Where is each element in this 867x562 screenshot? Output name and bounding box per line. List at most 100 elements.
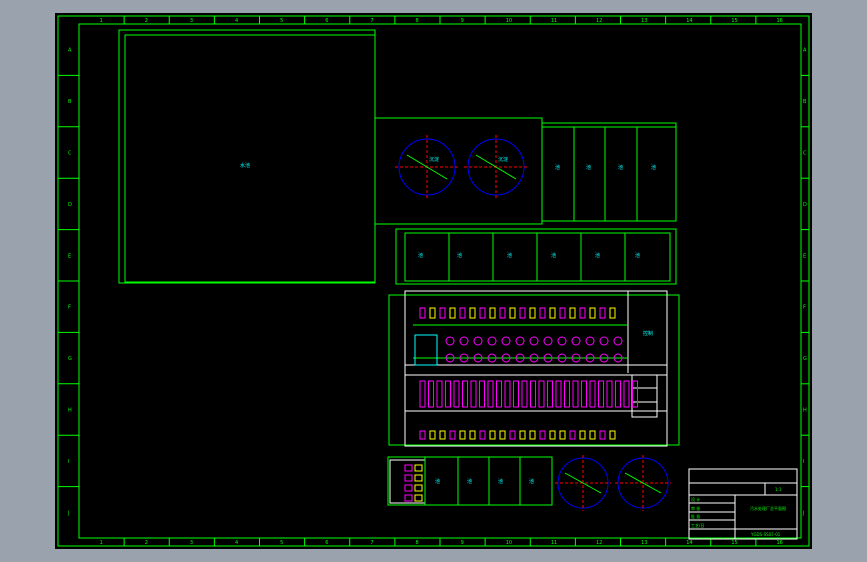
- column-label: 13: [641, 18, 647, 24]
- column-label: 2: [145, 18, 148, 24]
- pump-unit: [609, 307, 616, 319]
- pump-unit: [459, 307, 466, 319]
- control-room-label: 控制: [643, 330, 653, 337]
- clarifier-a-label: 沉淀: [429, 156, 439, 163]
- table-mark-4: 工艺/日: [691, 523, 704, 528]
- filter-unit: [487, 336, 497, 346]
- blower-unit: [479, 430, 486, 440]
- bottom-tank-4-label: 池: [529, 478, 534, 485]
- column-label: 15: [731, 18, 737, 24]
- filter-unit: [459, 336, 469, 346]
- blower-unit: [549, 430, 556, 440]
- row-label: H: [803, 408, 807, 414]
- column-label: 16: [776, 18, 782, 24]
- column-label: 12: [596, 18, 602, 24]
- filter-unit: [445, 336, 455, 346]
- membrane-unit: [547, 380, 553, 408]
- row-label: C: [803, 151, 807, 157]
- blower-unit: [579, 430, 586, 440]
- aux-unit: [404, 474, 413, 482]
- blower-unit: [419, 430, 426, 440]
- membrane-unit: [513, 380, 519, 408]
- filter-unit: [515, 336, 525, 346]
- column-label: 11: [551, 540, 557, 546]
- title-block: 1:1 污水处理厂总平面图 设 计 审 核 批 准 工艺/日 YGDS-SS07…: [688, 468, 798, 540]
- filter-unit: [529, 336, 539, 346]
- pump-unit: [589, 307, 596, 319]
- pump-unit: [579, 307, 586, 319]
- membrane-unit: [632, 380, 638, 408]
- row-tank-6-label: 池: [635, 252, 640, 259]
- column-label: 15: [731, 540, 737, 546]
- filter-unit: [613, 336, 623, 346]
- drawing-title: 污水处理厂总平面图: [750, 505, 786, 511]
- blower-unit: [559, 430, 566, 440]
- membrane-unit: [572, 380, 579, 408]
- pump-unit: [559, 307, 566, 319]
- pump-unit: [599, 307, 606, 319]
- column-label: 7: [370, 540, 373, 546]
- table-mark-3: 批 准: [691, 513, 700, 519]
- scale-mark: 1:1: [775, 487, 782, 492]
- aux-unit: [404, 494, 413, 502]
- column-label: 10: [506, 18, 512, 24]
- filter-unit: [543, 336, 553, 346]
- table-mark-2: 审 核: [691, 505, 700, 511]
- bottom-clarifier-b: [615, 455, 671, 511]
- row-label: A: [803, 48, 807, 54]
- clarifier-zone: [374, 117, 543, 225]
- blower-unit: [459, 430, 466, 440]
- row-label: B: [803, 99, 807, 105]
- bottom-tank-2-label: 池: [467, 478, 472, 485]
- aux-unit: [404, 484, 413, 492]
- drawing-number: YGDS-SS07-01: [750, 532, 781, 537]
- column-label: 9: [461, 18, 464, 24]
- row-label: D: [68, 202, 72, 208]
- column-label: 7: [370, 18, 373, 24]
- pump-unit: [539, 307, 546, 319]
- membrane-unit: [521, 380, 528, 408]
- blower-unit: [499, 430, 506, 440]
- membrane-unit: [428, 380, 434, 408]
- big-pond-inner: [124, 34, 376, 283]
- membrane-unit: [530, 380, 536, 408]
- aux-unit: [414, 474, 423, 482]
- membrane-unit: [623, 380, 630, 408]
- row-label: E: [803, 253, 806, 259]
- blower-unit: [589, 430, 596, 440]
- pump-unit: [569, 307, 576, 319]
- bottom-tank-3-label: 池: [498, 478, 503, 485]
- blower-unit: [429, 430, 436, 440]
- row-label: F: [803, 305, 806, 311]
- column-label: 13: [641, 540, 647, 546]
- right-tank-2-label: 池: [586, 164, 591, 171]
- row-label: B: [68, 99, 72, 105]
- column-label: 4: [235, 18, 238, 24]
- blower-unit: [449, 430, 456, 440]
- row-label: I: [803, 459, 804, 465]
- row-label: G: [803, 356, 807, 362]
- filter-unit: [501, 336, 511, 346]
- membrane-unit: [615, 380, 621, 408]
- row-tank-2-label: 池: [457, 252, 462, 259]
- column-label: 6: [325, 18, 328, 24]
- column-label: 1: [100, 18, 103, 24]
- equipment-array: [404, 307, 638, 502]
- cad-drawing: 1122334455667788991010111112121313141415…: [57, 15, 810, 547]
- membrane-unit: [479, 380, 485, 408]
- pump-unit: [429, 307, 436, 319]
- row-label: J: [67, 510, 69, 516]
- column-label: 16: [776, 540, 782, 546]
- row-label: G: [68, 356, 72, 362]
- bottom-tank-block: 池 池 池 池: [387, 456, 553, 506]
- membrane-unit: [564, 380, 570, 408]
- column-label: 10: [506, 540, 512, 546]
- row-tank-1-label: 池: [418, 252, 423, 259]
- right-tank-4-label: 池: [651, 164, 656, 171]
- membrane-unit: [470, 380, 477, 408]
- row-tank-3-label: 池: [507, 252, 512, 259]
- blower-unit: [469, 430, 476, 440]
- membrane-unit: [555, 380, 562, 408]
- column-label: 11: [551, 18, 557, 24]
- membrane-unit: [606, 380, 613, 408]
